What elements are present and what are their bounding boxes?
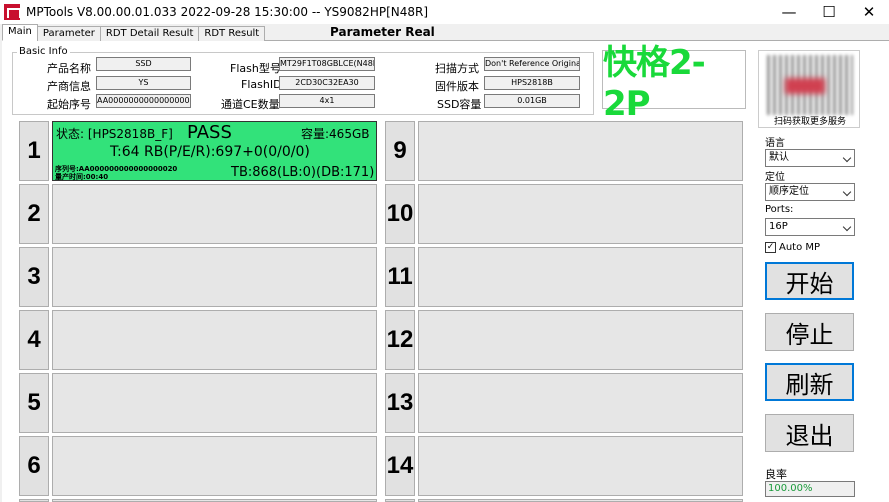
product-name-field[interactable]: SSD (96, 57, 191, 71)
yield-label: 良率 (765, 468, 787, 481)
port-number-9: 9 (385, 121, 415, 181)
auto-mp-label: Auto MP (779, 242, 821, 253)
refresh-button[interactable]: 刷新 (765, 363, 854, 401)
window-title: MPTools V8.00.00.01.033 2022-09-28 15:30… (26, 5, 429, 19)
port1-tb: TB:868(LB:0)(DB:171) (231, 165, 375, 180)
yield-value: 100.00% (765, 481, 855, 497)
parameter-header: Parameter Real (330, 25, 435, 39)
flash-id-label: FlashID (241, 78, 282, 91)
port-number-2: 2 (19, 184, 49, 244)
qr-caption: 扫码获取更多服务 (773, 117, 846, 127)
port-number-5: 5 (19, 373, 49, 433)
port1-rb: T:64 RB(P/E/R):697+0(0/0/0) (110, 144, 310, 160)
minimize-button[interactable]: — (769, 0, 809, 24)
maximize-button[interactable]: ☐ (809, 0, 849, 24)
basic-info-title: Basic Info (17, 46, 70, 57)
port-cell-4[interactable] (52, 310, 377, 370)
port-cell-2[interactable] (52, 184, 377, 244)
locate-value: 顺序定位 (769, 186, 809, 197)
flash-type-field[interactable]: MT29F1T08GBLCE(N48R (279, 57, 375, 71)
start-sn-field[interactable]: AA000000000000000020 (96, 94, 191, 108)
locate-select[interactable]: 顺序定位 (765, 183, 855, 201)
tab-main[interactable]: Main (2, 24, 38, 41)
chevron-down-icon (842, 222, 852, 232)
port1-capacity: 容量:465GB (301, 127, 370, 141)
close-button[interactable]: ✕ (849, 0, 889, 24)
vendor-field[interactable]: YS (96, 76, 191, 90)
port-number-3: 3 (19, 247, 49, 307)
tab-rdt-result[interactable]: RDT Result (198, 26, 266, 41)
qr-code-logo (785, 78, 825, 94)
port-number-10: 10 (385, 184, 415, 244)
app-logo-icon (4, 4, 21, 20)
port-number-4: 4 (19, 310, 49, 370)
language-select[interactable]: 默认 (765, 149, 855, 167)
title-bar: MPTools V8.00.00.01.033 2022-09-28 15:30… (0, 0, 889, 24)
port-cell-12[interactable] (418, 310, 743, 370)
firmware-field[interactable]: HPS2818B (484, 76, 580, 90)
language-value: 默认 (769, 152, 789, 163)
port1-result: PASS (187, 122, 232, 143)
port-number-12: 12 (385, 310, 415, 370)
port-cell-9[interactable] (418, 121, 743, 181)
ce-count-label: 通道CE数量 (221, 98, 280, 111)
ssd-capacity-field[interactable]: 0.01GB (484, 94, 580, 108)
port-number-11: 11 (385, 247, 415, 307)
product-name-label: 产品名称 (47, 62, 91, 75)
firmware-label: 固件版本 (435, 80, 479, 93)
port-cell-1[interactable]: 状态: [HPS2818B_F] PASS 容量:465GB T:64 RB(P… (52, 121, 377, 181)
port-cell-3[interactable] (52, 247, 377, 307)
port-cell-10[interactable] (418, 184, 743, 244)
ports-value: 16P (769, 221, 788, 232)
chevron-down-icon (842, 153, 852, 163)
language-label: 语言 (765, 138, 785, 149)
chevron-down-icon (842, 187, 852, 197)
port-cell-6[interactable] (52, 436, 377, 496)
port-number-6: 6 (19, 436, 49, 496)
port-cell-5[interactable] (52, 373, 377, 433)
ports-select[interactable]: 16P (765, 218, 855, 236)
scan-mode-label: 扫描方式 (435, 62, 479, 75)
ce-count-field[interactable]: 4x1 (279, 94, 375, 108)
port1-time: 量产时间:00:40 (55, 173, 109, 181)
port-cell-14[interactable] (418, 436, 743, 496)
port-number-13: 13 (385, 373, 415, 433)
vendor-label: 产商信息 (47, 80, 91, 93)
auto-mp-checkbox[interactable]: ✓ (765, 242, 776, 253)
port-cell-13[interactable] (418, 373, 743, 433)
mode-title: 快格2-2P (602, 43, 746, 124)
port-number-1: 1 (19, 121, 49, 181)
start-button[interactable]: 开始 (765, 262, 854, 300)
scan-mode-field[interactable]: Don't Reference Original (484, 57, 580, 71)
ssd-capacity-label: SSD容量 (437, 98, 482, 111)
stop-button[interactable]: 停止 (765, 313, 854, 351)
locate-label: 定位 (765, 172, 785, 183)
port1-status: 状态: [HPS2818B_F] (56, 127, 173, 141)
ports-label: Ports: (765, 204, 794, 215)
port-cell-11[interactable] (418, 247, 743, 307)
port-number-14: 14 (385, 436, 415, 496)
exit-button[interactable]: 退出 (765, 414, 854, 452)
tab-bar: Main Parameter RDT Detail Result RDT Res… (2, 24, 266, 41)
flash-type-label: Flash型号 (230, 62, 281, 75)
start-sn-label: 起始序号 (47, 98, 91, 111)
tab-parameter[interactable]: Parameter (36, 26, 101, 41)
tab-rdt-detail-result[interactable]: RDT Detail Result (99, 26, 200, 41)
flash-id-field[interactable]: 2CD30C32EA30 (279, 76, 375, 90)
